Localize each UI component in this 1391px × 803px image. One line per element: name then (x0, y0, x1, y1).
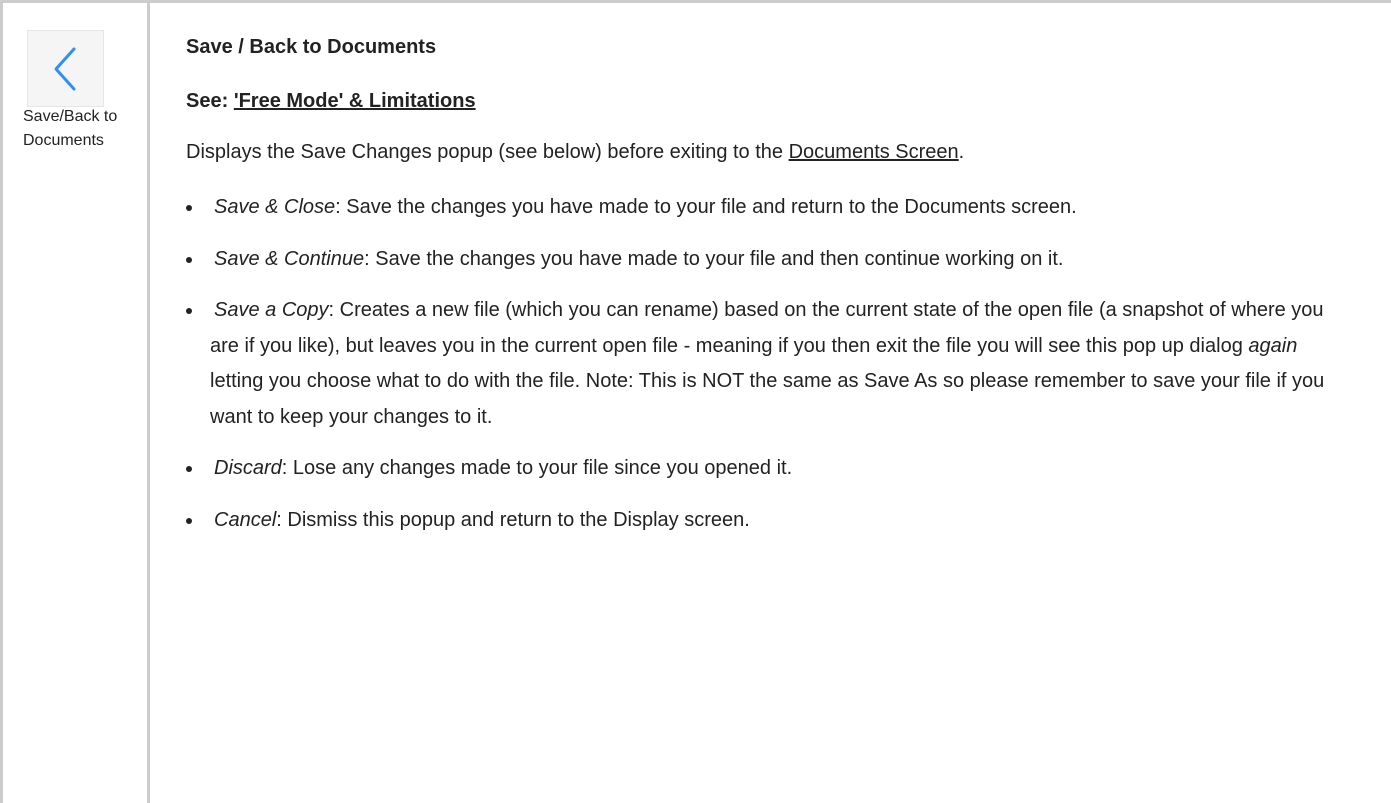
option-term: Cancel (214, 508, 277, 531)
option-term: Save & Close (214, 196, 336, 218)
intro-text: Displays the Save Changes popup (see bel… (186, 141, 789, 163)
option-description: : Dismiss this popup and return to the D… (276, 508, 750, 531)
option-description: : Creates a new file (which you can rena… (210, 299, 1324, 357)
bullet (186, 308, 192, 314)
table-left-border (0, 0, 3, 803)
intro-paragraph: Displays the Save Changes popup (see bel… (186, 139, 964, 165)
option-term: Discard (214, 457, 282, 479)
save-options-list: Save & Close: Save the changes you have … (186, 190, 1356, 554)
table-top-border (0, 0, 1391, 3)
chevron-left-icon (27, 30, 104, 107)
bullet (186, 205, 192, 211)
option-term: Save a Copy (214, 299, 329, 321)
option-description-cont: letting you choose what to do with the f… (210, 370, 1325, 428)
list-item-save-close: Save & Close: Save the changes you have … (186, 190, 1356, 226)
list-item-save-copy: Save a Copy: Creates a new file (which y… (186, 293, 1356, 435)
section-title: Save / Back to Documents (186, 36, 437, 58)
bullet (186, 517, 192, 524)
option-description: : Lose any changes made to your file sin… (281, 457, 793, 479)
see-also-line: See: 'Free Mode' & Limitations (186, 88, 476, 114)
option-emphasis: again (1248, 334, 1298, 357)
bullet (186, 256, 192, 263)
free-mode-link[interactable]: 'Free Mode' & Limitations (234, 90, 476, 112)
option-description: : Save the changes you have made to your… (335, 196, 1077, 218)
see-label: See: (186, 90, 234, 112)
list-item-save-continue: Save & Continue: Save the changes you ha… (186, 242, 1356, 278)
list-item-discard: Discard: Lose any changes made to your f… (186, 451, 1356, 487)
help-table: Save/Back to Documents Save / Back to Do… (0, 0, 1391, 803)
option-term: Save & Continue (214, 247, 365, 270)
option-description: : Save the changes you have made to your… (364, 247, 1064, 270)
column-divider (147, 0, 150, 803)
bullet (186, 466, 192, 472)
documents-screen-link[interactable]: Documents Screen (789, 141, 959, 163)
list-item-cancel: Cancel: Dismiss this popup and return to… (186, 503, 1356, 539)
intro-period: . (958, 141, 965, 163)
icon-caption: Save/Back to Documents (23, 108, 118, 149)
